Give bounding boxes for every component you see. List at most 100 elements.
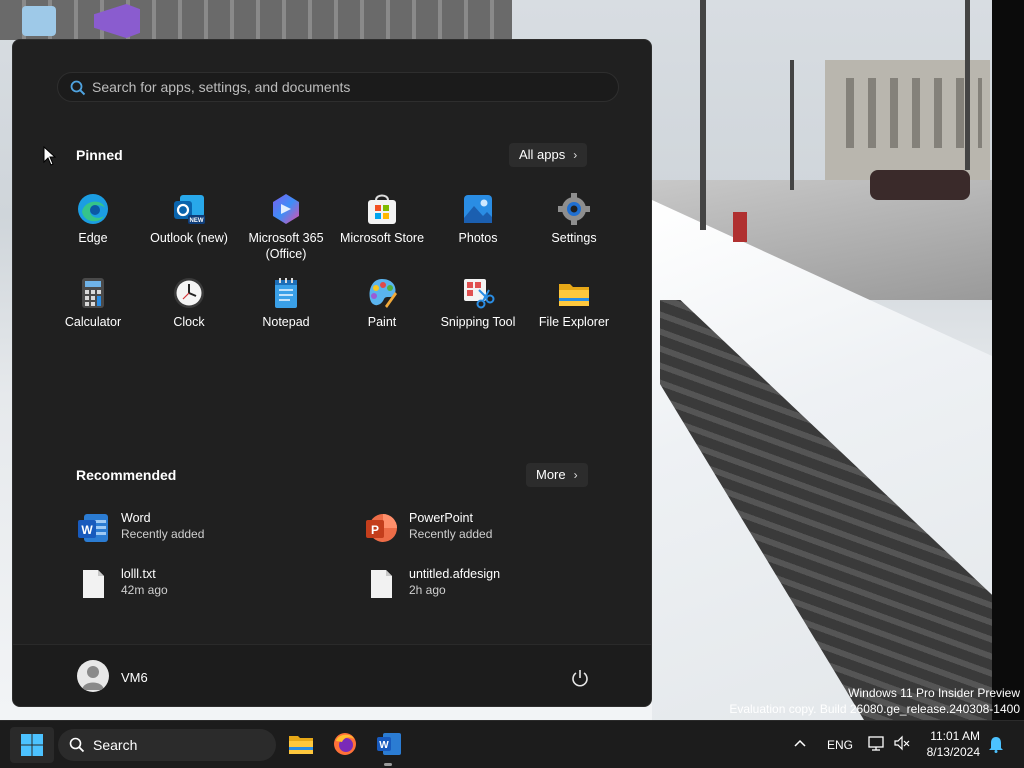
clock-icon	[174, 278, 204, 308]
user-avatar[interactable]	[77, 660, 109, 692]
taskbar-search-label: Search	[93, 737, 138, 753]
chevron-up-icon[interactable]	[794, 739, 806, 747]
user-name[interactable]: VM6	[121, 670, 148, 685]
powerpoint-icon: P	[366, 514, 397, 542]
user-icon	[82, 666, 104, 690]
start-menu-footer: VM6	[13, 644, 651, 706]
photos-icon	[464, 195, 492, 223]
pinned-app-store[interactable]: Microsoft Store	[334, 192, 430, 246]
recommended-item-name: PowerPoint	[409, 511, 473, 525]
pinned-app-label: Microsoft Store	[339, 231, 425, 245]
recommended-item-detail: Recently added	[409, 527, 493, 541]
power-icon[interactable]	[570, 668, 590, 688]
more-button[interactable]: More ›	[526, 463, 588, 487]
mouse-cursor-icon	[43, 146, 57, 166]
clock-time: 11:01 AM	[930, 729, 980, 743]
pinned-app-settings[interactable]: Settings	[526, 192, 622, 246]
start-menu: Pinned All apps› Edge NEW Outlook (new) …	[12, 39, 652, 707]
recommended-item-detail: 2h ago	[409, 583, 446, 597]
pinned-app-label: Photos	[458, 231, 498, 245]
all-apps-label: All apps	[519, 147, 566, 162]
recommended-item-word[interactable]: W Word Recently added	[76, 507, 296, 547]
notification-bell-icon[interactable]	[988, 735, 1004, 753]
recommended-item-lolll-txt[interactable]: lolll.txt 42m ago	[76, 563, 296, 603]
word-icon: W	[78, 514, 108, 542]
store-icon	[368, 194, 396, 224]
search-icon	[70, 80, 86, 96]
pinned-app-outlook[interactable]: NEW Outlook (new)	[141, 192, 237, 246]
pinned-app-paint[interactable]: Paint	[334, 276, 430, 330]
start-search-box[interactable]	[57, 72, 619, 102]
svg-text:W: W	[81, 523, 93, 537]
taskbar-clock[interactable]: 11:01 AM 8/13/2024	[918, 728, 980, 760]
screen-edge	[992, 0, 1024, 720]
taskbar: Search W ENG 11:01 AM 8/13/2024	[0, 720, 1024, 768]
file-explorer-icon	[559, 284, 589, 306]
volume-muted-icon[interactable]	[894, 735, 910, 751]
wallpaper-pole	[790, 60, 794, 190]
pinned-app-edge[interactable]: Edge	[45, 192, 141, 246]
svg-text:W: W	[379, 740, 389, 751]
pinned-app-label: Microsoft 365 (Office)	[248, 231, 324, 261]
file-icon	[83, 570, 104, 598]
wallpaper-wall	[0, 0, 512, 40]
all-apps-button[interactable]: All apps ›	[509, 143, 588, 167]
edge-icon	[78, 194, 108, 224]
word-icon[interactable]: W	[376, 731, 402, 757]
pinned-app-snipping-tool[interactable]: Snipping Tool	[430, 276, 526, 330]
chevron-right-icon: ›	[573, 468, 578, 482]
svg-text:P: P	[371, 523, 379, 537]
calculator-icon	[82, 278, 104, 308]
pinned-app-label: Outlook (new)	[150, 231, 228, 245]
pinned-app-calculator[interactable]: Calculator	[45, 276, 141, 330]
recommended-item-name: untitled.afdesign	[409, 567, 501, 581]
paint-icon	[369, 279, 397, 308]
start-button[interactable]	[10, 727, 54, 763]
outlook-icon: NEW	[174, 195, 205, 224]
wallpaper-pole	[700, 0, 706, 230]
language-indicator[interactable]: ENG	[827, 738, 853, 752]
recommended-item-powerpoint[interactable]: P PowerPoint Recently added	[364, 507, 584, 547]
chevron-right-icon: ›	[573, 148, 578, 162]
recommended-title: Recommended	[76, 467, 177, 483]
pinned-title: Pinned	[76, 147, 123, 163]
watermark-line2: Evaluation copy. Build 26080.ge_release.…	[729, 702, 1020, 716]
pinned-app-file-explorer[interactable]: File Explorer	[526, 276, 622, 330]
recommended-item-name: Word	[121, 511, 151, 525]
recommended-item-name: lolll.txt	[121, 567, 156, 581]
wallpaper-building-windows	[832, 78, 982, 148]
watermark-line1: Windows 11 Pro Insider Preview	[848, 686, 1020, 700]
pinned-app-label: Clock	[173, 315, 205, 329]
taskbar-search[interactable]: Search	[58, 729, 276, 761]
pinned-app-clock[interactable]: Clock	[141, 276, 237, 330]
notepad-icon	[275, 278, 297, 308]
new-badge: NEW	[190, 218, 204, 224]
settings-icon	[558, 193, 590, 225]
wallpaper-bollard	[733, 212, 747, 242]
recycle-bin-icon[interactable]	[22, 6, 56, 36]
running-indicator	[384, 763, 392, 766]
recommended-item-detail: Recently added	[121, 527, 205, 541]
clock-date: 8/13/2024	[926, 745, 980, 759]
pinned-app-label: Edge	[78, 231, 108, 245]
network-icon[interactable]	[868, 735, 884, 751]
m365-icon	[273, 194, 299, 224]
pinned-app-photos[interactable]: Photos	[430, 192, 526, 246]
wallpaper-pole	[965, 0, 970, 170]
file-explorer-icon[interactable]	[288, 731, 314, 757]
pinned-app-notepad[interactable]: Notepad	[238, 276, 334, 330]
pinned-app-label: Settings	[551, 231, 597, 245]
start-search-input[interactable]	[92, 76, 592, 98]
pinned-app-label: Snipping Tool	[440, 315, 516, 329]
wallpaper-car	[870, 170, 970, 200]
pinned-app-label: Notepad	[262, 315, 310, 329]
search-icon	[69, 737, 85, 753]
file-icon	[371, 570, 392, 598]
more-label: More	[536, 467, 566, 482]
pinned-app-label: Calculator	[64, 315, 122, 329]
pinned-app-m365[interactable]: Microsoft 365 (Office)	[238, 192, 334, 262]
pinned-app-label: File Explorer	[538, 315, 610, 329]
recommended-item-untitled-afdesign[interactable]: untitled.afdesign 2h ago	[364, 563, 584, 603]
pinned-app-label: Paint	[367, 315, 397, 329]
firefox-icon[interactable]	[332, 731, 358, 757]
